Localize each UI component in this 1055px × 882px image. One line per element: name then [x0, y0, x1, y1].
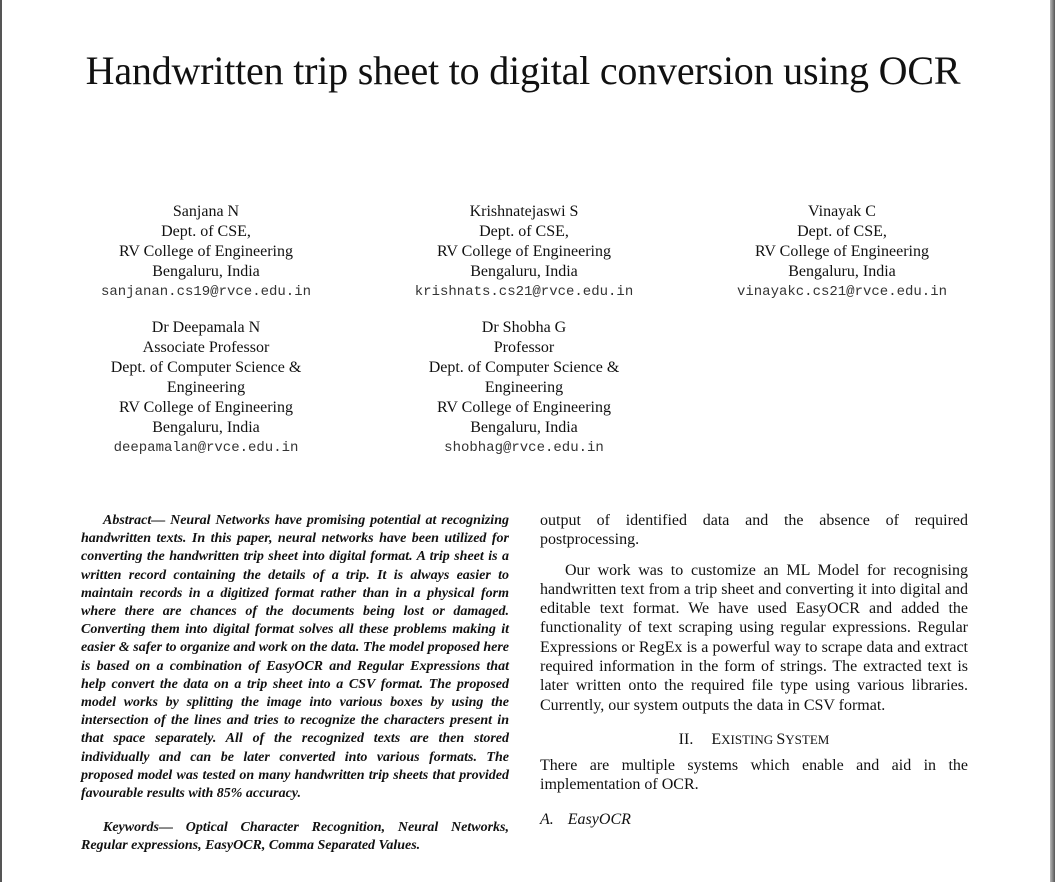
subsection-number: A. — [540, 810, 554, 828]
section-title-initial: E — [711, 730, 722, 748]
author-affiliation-line: Bengaluru, India — [152, 263, 260, 280]
author-affiliation-line: RV College of Engineering — [437, 399, 611, 416]
author-block: Sanjana N Dept. of CSE, RV College of En… — [80, 202, 332, 302]
body-paragraph: output of identified data and the absenc… — [540, 512, 968, 549]
author-affiliation-line: Engineering — [166, 379, 246, 396]
author-email: vinayakc.cs21@rvce.edu.in — [736, 284, 948, 300]
section-number: II. — [678, 730, 694, 748]
author-affiliation-line: RV College of Engineering — [119, 399, 293, 416]
author-email: krishnats.cs21@rvce.edu.in — [414, 284, 634, 300]
author-name: Sanjana N — [172, 203, 240, 220]
section-title-initial: S — [776, 730, 786, 748]
body-paragraph: Our work was to customize an ML Model fo… — [540, 561, 968, 714]
author-block: Vinayak C Dept. of CSE, RV College of En… — [716, 202, 968, 302]
author-affiliation-line: RV College of Engineering — [119, 243, 293, 260]
author-name: Dr Shobha G — [481, 319, 567, 336]
author-name: Vinayak C — [808, 203, 876, 220]
author-block: Krishnatejaswi S Dept. of CSE, RV Colleg… — [398, 202, 650, 302]
author-affiliation-line: Dept. of Computer Science & — [110, 359, 302, 376]
author-affiliation-line: Bengaluru, India — [470, 419, 578, 436]
author-affiliation-line: Engineering — [484, 379, 564, 396]
author-affiliation-line: Bengaluru, India — [470, 263, 578, 280]
author-block: Dr Shobha G Professor Dept. of Computer … — [398, 318, 650, 458]
section-heading: II. EXISTING SYSTEM — [540, 730, 968, 750]
author-affiliation-line: Dept. of CSE, — [797, 223, 887, 240]
page-right-edge — [1050, 0, 1055, 882]
subsection-heading: A. EasyOCR — [540, 810, 968, 829]
subsection-title: EasyOCR — [567, 810, 631, 828]
section-title-smallcaps: XISTING — [721, 731, 777, 747]
author-affiliation-line: Bengaluru, India — [152, 419, 260, 436]
author-affiliation-line: RV College of Engineering — [755, 243, 929, 260]
section-title-smallcaps: YSTEM — [785, 731, 830, 747]
author-block: Dr Deepamala N Associate Professor Dept.… — [80, 318, 332, 458]
keywords: Keywords— Optical Character Recognition,… — [81, 820, 509, 854]
left-column: Abstract— Neural Networks have promising… — [81, 512, 509, 856]
abstract: Abstract— Neural Networks have promising… — [81, 513, 509, 802]
right-column: output of identified data and the absenc… — [540, 511, 968, 829]
author-name: Dr Deepamala N — [151, 319, 261, 336]
author-affiliation-line: Professor — [493, 339, 555, 356]
author-affiliation-line: Associate Professor — [142, 339, 270, 356]
author-name: Krishnatejaswi S — [469, 203, 579, 220]
author-affiliation-line: RV College of Engineering — [437, 243, 611, 260]
body-paragraph: There are multiple systems which enable … — [540, 756, 968, 794]
author-affiliation-line: Dept. of Computer Science & — [428, 359, 620, 376]
page-left-edge — [0, 0, 2, 882]
author-email: deepamalan@rvce.edu.in — [113, 440, 299, 456]
author-affiliation-line: Bengaluru, India — [788, 263, 896, 280]
author-email: shobhag@rvce.edu.in — [444, 440, 604, 456]
paper-title: Handwritten trip sheet to digital conver… — [85, 48, 961, 93]
author-email: sanjanan.cs19@rvce.edu.in — [100, 284, 312, 300]
author-affiliation-line: Dept. of CSE, — [161, 223, 251, 240]
author-affiliation-line: Dept. of CSE, — [479, 223, 569, 240]
